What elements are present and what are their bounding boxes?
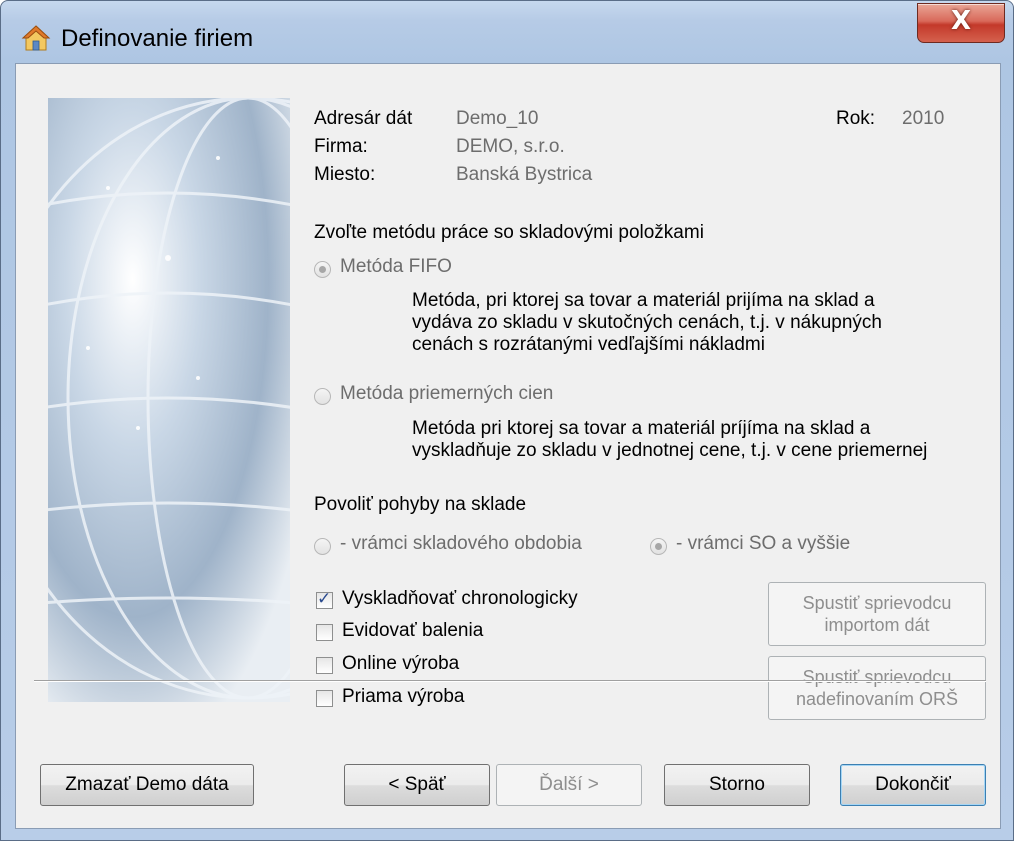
direct-production-label[interactable]: Priama výroba	[342, 686, 465, 708]
packaging-checkbox[interactable]	[316, 624, 333, 641]
ors-wizard-line1: Spustiť sprievodcu	[802, 667, 952, 687]
house-icon	[21, 25, 51, 51]
import-wizard-line2: importom dát	[824, 615, 930, 635]
ors-wizard-line2: nadefinovaním ORŠ	[795, 689, 959, 709]
globe-banner-image	[48, 98, 290, 702]
firm-label: Firma:	[314, 136, 368, 157]
data-dir-label: Adresár dát	[314, 108, 413, 129]
chronological-checkbox[interactable]: ✓	[316, 589, 333, 609]
import-wizard-button[interactable]: Spustiť sprievodcu importom dát	[768, 582, 986, 646]
city-value: Banská Bystrica	[456, 164, 593, 185]
firm-value: DEMO, s.r.o.	[456, 136, 565, 157]
direct-production-checkbox[interactable]	[316, 690, 333, 707]
within-so-and-higher-radio[interactable]	[650, 538, 667, 555]
online-production-label[interactable]: Online výroba	[342, 653, 459, 675]
year-value: 2010	[902, 108, 945, 129]
fifo-description-line1: Metóda, pri ktorej sa tovar a materiál p…	[412, 290, 875, 311]
average-price-description-line1: Metóda pri ktorej sa tovar a materiál pr…	[412, 418, 871, 439]
fifo-label[interactable]: Metóda FIFO	[340, 256, 452, 278]
fifo-radio[interactable]	[314, 261, 331, 278]
within-so-and-higher-label[interactable]: - vrámci SO a vyššie	[676, 533, 850, 555]
dialog-client-area: Adresár dát Demo_10 Rok: 2010 Firma: DEM…	[15, 63, 1001, 829]
title-bar[interactable]: Definovanie firiem X	[1, 1, 1013, 63]
import-wizard-line1: Spustiť sprievodcu	[802, 593, 952, 613]
dialog-window: Definovanie firiem X Adresár dát Demo_10…	[0, 0, 1014, 841]
back-button[interactable]: < Späť	[344, 764, 490, 806]
online-production-checkbox[interactable]	[316, 657, 333, 674]
finish-button[interactable]: Dokončiť	[840, 764, 986, 806]
fifo-description-line2: vydáva zo skladu v skutočných cenách, t.…	[412, 312, 882, 333]
average-price-description-line2: vyskladňuje zo skladu v jednotnej cene, …	[412, 440, 928, 461]
packaging-label[interactable]: Evidovať balenia	[342, 620, 483, 642]
chronological-label[interactable]: Vyskladňovať chronologicky	[342, 588, 578, 610]
checkmark-icon: ✓	[317, 589, 332, 609]
movements-heading: Povoliť pohyby na sklade	[314, 494, 527, 515]
year-label: Rok:	[836, 108, 876, 129]
button-separator	[34, 680, 986, 682]
close-icon: X	[950, 6, 972, 36]
ors-wizard-button[interactable]: Spustiť sprievodcu nadefinovaním ORŠ	[768, 656, 986, 720]
method-heading: Zvoľte metódu práce so skladovými položk…	[314, 222, 704, 243]
city-label: Miesto:	[314, 164, 376, 185]
average-price-radio[interactable]	[314, 388, 331, 405]
data-dir-value: Demo_10	[456, 108, 539, 129]
next-button[interactable]: Ďalší >	[496, 764, 642, 806]
cancel-button[interactable]: Storno	[664, 764, 810, 806]
window-title: Definovanie firiem	[61, 25, 254, 52]
within-period-label[interactable]: - vrámci skladového obdobia	[340, 533, 582, 555]
delete-demo-data-button[interactable]: Zmazať Demo dáta	[40, 764, 254, 806]
close-button[interactable]: X	[917, 3, 1005, 43]
within-period-radio[interactable]	[314, 538, 331, 555]
fifo-description-line3: cenách s rozrátanými vedľajšími nákladmi	[412, 334, 765, 355]
average-price-label[interactable]: Metóda priemerných cien	[340, 383, 553, 405]
